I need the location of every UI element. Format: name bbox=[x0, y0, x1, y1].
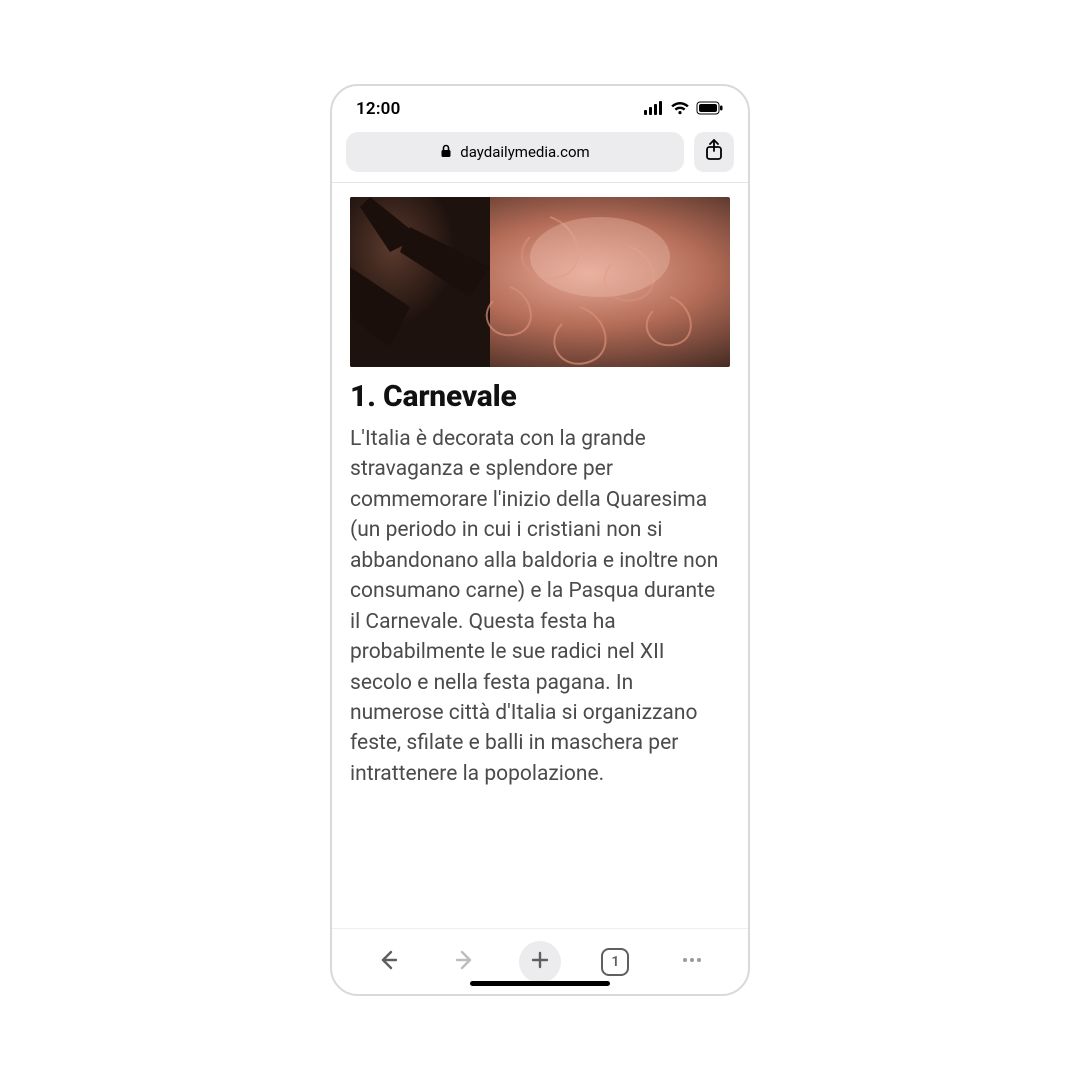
tabs-button[interactable]: 1 bbox=[593, 940, 637, 984]
lock-icon bbox=[440, 143, 452, 162]
more-icon bbox=[680, 948, 704, 976]
share-button[interactable] bbox=[694, 132, 734, 172]
battery-icon bbox=[696, 100, 724, 119]
forward-button[interactable] bbox=[443, 940, 487, 984]
address-domain: daydailymedia.com bbox=[460, 143, 589, 161]
page-content[interactable]: 1. Carnevale L'Italia è decorata con la … bbox=[332, 183, 748, 928]
home-indicator[interactable] bbox=[470, 981, 610, 986]
article-hero-image bbox=[350, 197, 730, 367]
wifi-icon bbox=[670, 100, 690, 119]
share-icon bbox=[704, 139, 724, 165]
phone-frame: 12:00 daydailymedia.com bbox=[330, 84, 750, 996]
address-bar[interactable]: daydailymedia.com bbox=[346, 132, 684, 172]
arrow-right-icon bbox=[452, 947, 478, 977]
tabs-count-badge: 1 bbox=[601, 948, 629, 976]
address-bar-row: daydailymedia.com bbox=[332, 132, 748, 182]
status-icons bbox=[644, 100, 724, 119]
back-button[interactable] bbox=[366, 940, 410, 984]
article-body: L'Italia è decorata con la grande strava… bbox=[350, 424, 730, 789]
status-time: 12:00 bbox=[356, 99, 400, 119]
menu-button[interactable] bbox=[670, 940, 714, 984]
new-tab-button[interactable] bbox=[519, 941, 561, 983]
arrow-left-icon bbox=[375, 947, 401, 977]
article-heading: 1. Carnevale bbox=[350, 379, 730, 414]
status-bar: 12:00 bbox=[332, 86, 748, 132]
plus-icon bbox=[530, 950, 550, 974]
stage: 12:00 daydailymedia.com bbox=[0, 0, 1080, 1080]
cellular-icon bbox=[644, 100, 664, 119]
